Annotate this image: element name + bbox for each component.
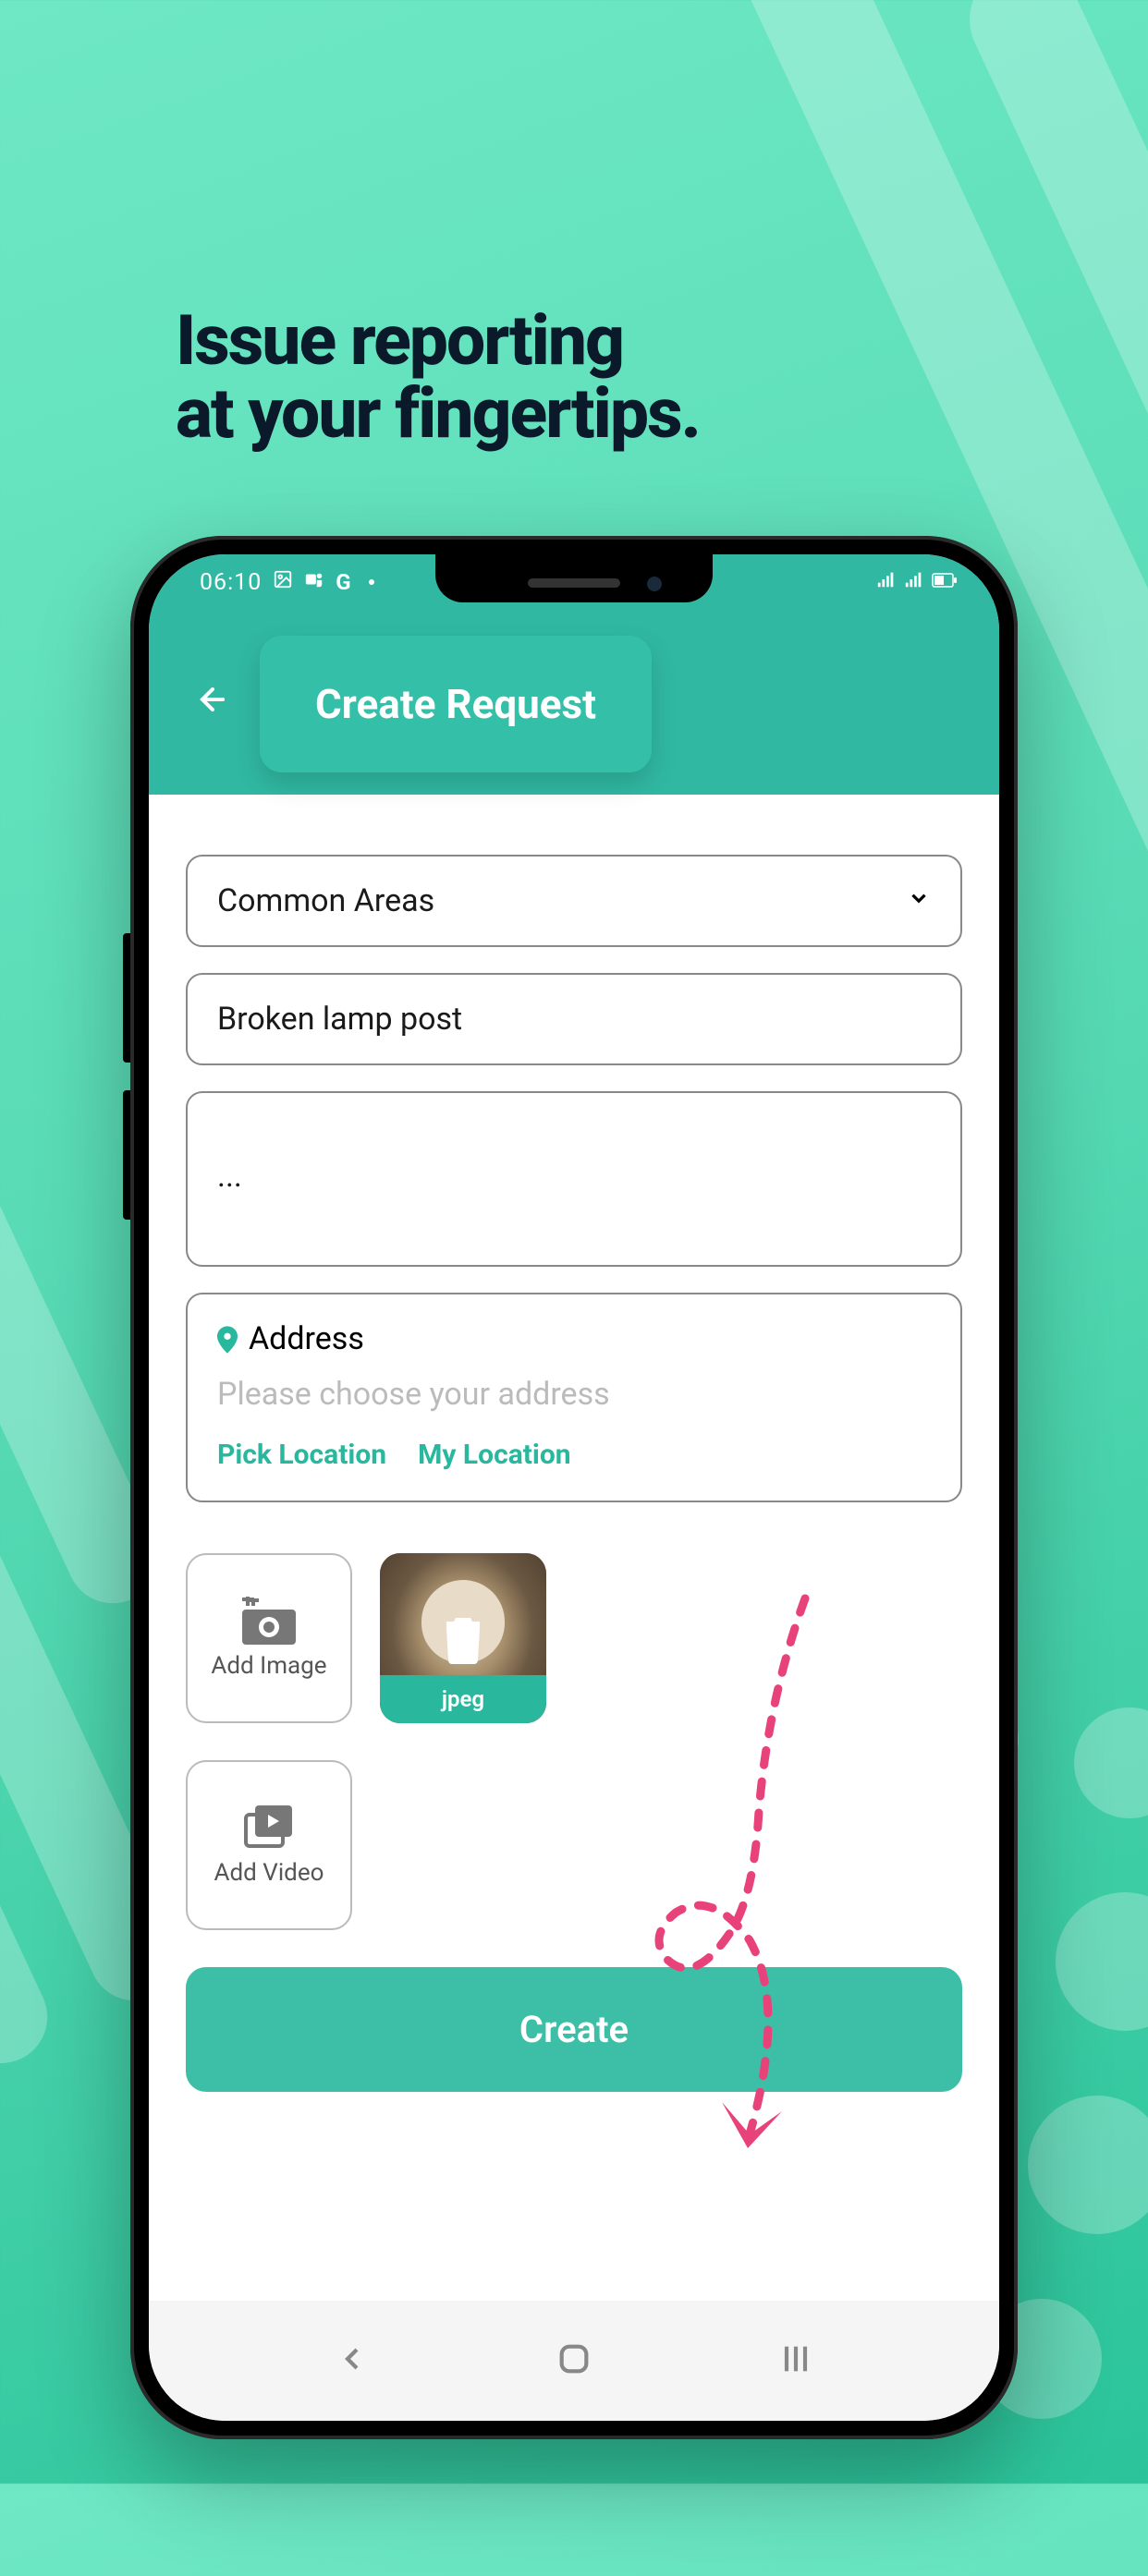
add-video-label: Add Video — [214, 1859, 324, 1887]
signal-icon — [876, 569, 897, 596]
add-image-button[interactable]: Add Image — [186, 1553, 352, 1723]
nav-back-icon[interactable] — [334, 2340, 371, 2381]
description-input[interactable]: ... — [186, 1091, 962, 1267]
title-input[interactable]: Broken lamp post — [186, 973, 962, 1065]
my-location-button[interactable]: My Location — [418, 1439, 571, 1471]
signal2-icon — [904, 569, 924, 596]
video-icon — [242, 1804, 296, 1852]
description-value: ... — [217, 1158, 931, 1195]
pick-location-button[interactable]: Pick Location — [217, 1439, 386, 1471]
trash-icon[interactable] — [441, 1611, 485, 1665]
category-value: Common Areas — [217, 882, 907, 919]
chevron-down-icon — [907, 885, 931, 917]
gallery-icon — [273, 569, 293, 596]
add-image-label: Add Image — [211, 1652, 326, 1680]
battery-icon — [932, 569, 958, 596]
app-header: Create Request — [149, 610, 999, 795]
title-value: Broken lamp post — [217, 1001, 931, 1038]
back-arrow-icon[interactable] — [195, 682, 230, 726]
address-placeholder[interactable]: Please choose your address — [217, 1376, 931, 1413]
marketing-line2: at your fingertips. — [176, 378, 700, 451]
create-button[interactable]: Create — [186, 1967, 962, 2092]
phone-notch — [435, 554, 713, 602]
address-box: Address Please choose your address Pick … — [186, 1293, 962, 1502]
form-content: Common Areas Broken lamp post ... Addr — [149, 795, 999, 2120]
image-media-row: Add Image jpeg — [186, 1553, 962, 1723]
google-icon: G — [336, 569, 351, 595]
header-title-chip: Create Request — [260, 636, 652, 772]
add-video-button[interactable]: Add Video — [186, 1760, 352, 1930]
nav-recent-icon[interactable] — [777, 2340, 814, 2381]
page-title: Create Request — [315, 680, 596, 728]
thumbnail-label: jpeg — [380, 1675, 546, 1723]
teams-icon — [304, 569, 324, 596]
video-media-row: Add Video — [186, 1760, 962, 1930]
marketing-headline: Issue reporting at your fingertips. — [176, 305, 700, 451]
camera-plus-icon — [242, 1597, 296, 1645]
category-select[interactable]: Common Areas — [186, 855, 962, 947]
location-pin-icon — [217, 1325, 238, 1353]
nav-home-icon[interactable] — [556, 2340, 592, 2381]
marketing-line1: Issue reporting — [176, 305, 700, 378]
phone-frame: 06:10 G — [130, 536, 1018, 2439]
phone-screen: 06:10 G — [149, 554, 999, 2421]
android-nav-bar — [149, 2301, 999, 2421]
status-time: 06:10 — [200, 569, 262, 596]
address-label: Address — [249, 1320, 364, 1357]
image-thumbnail[interactable]: jpeg — [380, 1553, 546, 1723]
more-dot-icon — [369, 579, 374, 585]
create-button-label: Create — [519, 2008, 629, 2051]
